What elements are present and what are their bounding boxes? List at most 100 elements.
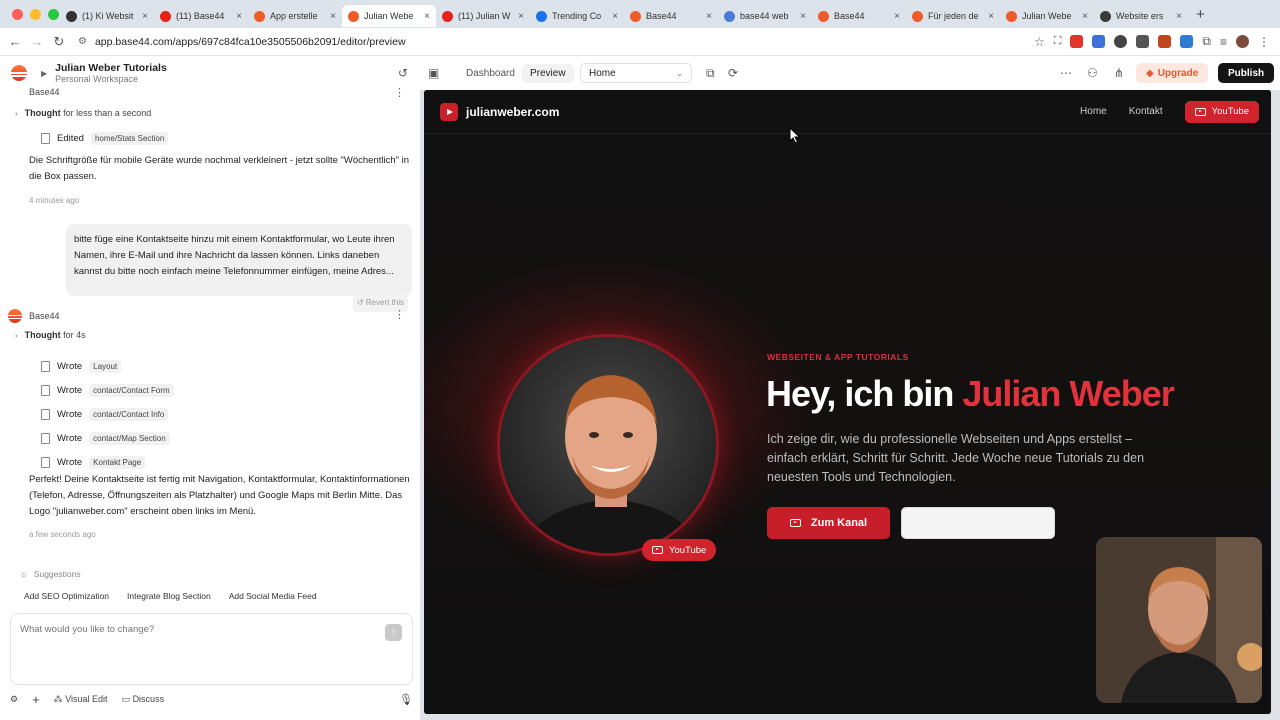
action-label: Wrote: [57, 408, 83, 420]
close-window-button[interactable]: [12, 8, 23, 20]
settings-icon[interactable]: ⚙: [10, 694, 18, 705]
maximize-window-button[interactable]: [48, 8, 59, 20]
suggestions-title: Suggestions: [33, 569, 81, 579]
tab-favicon-icon: [254, 10, 265, 22]
project-switcher[interactable]: ▶ Julian Weber Tutorials Personal Worksp…: [41, 62, 167, 84]
user-message: bitte füge eine Kontaktseite hinzu mit e…: [66, 224, 412, 312]
url-field[interactable]: ⚙ app.base44.com/apps/697c84fca10e350550…: [78, 31, 1034, 53]
add-icon[interactable]: +: [32, 692, 40, 707]
browser-tab[interactable]: base44 web ×: [718, 5, 812, 27]
tab-close-icon[interactable]: ×: [800, 11, 806, 22]
tab-close-icon[interactable]: ×: [142, 11, 148, 22]
file-chip: contact/Contact Info: [89, 407, 169, 421]
hero-kicker: WEBSEITEN & APP TUTORIALS: [767, 352, 909, 362]
browser-tab[interactable]: Website ers ×: [1094, 5, 1188, 27]
browser-tab[interactable]: (11) Base44 ×: [154, 5, 248, 27]
browser-menu-icon[interactable]: ⋮: [1258, 35, 1270, 49]
nav-home-link[interactable]: Home: [1080, 106, 1107, 117]
nav-youtube-button[interactable]: YouTube: [1184, 100, 1259, 123]
site-info-icon[interactable]: ⚙: [78, 36, 87, 47]
zum-kanal-button[interactable]: Zum Kanal: [767, 507, 890, 539]
write-action[interactable]: Wrote Layout: [41, 354, 174, 378]
history-icon[interactable]: ↺: [398, 66, 408, 80]
forward-icon[interactable]: →: [26, 34, 48, 49]
more-options-icon[interactable]: ⋯: [1060, 66, 1072, 80]
browser-tab[interactable]: Trending Co ×: [530, 5, 624, 27]
edit-action[interactable]: Edited home/Stats Section: [41, 132, 169, 145]
refresh-preview-icon[interactable]: ⟳: [728, 66, 738, 80]
device-toggle-icon[interactable]: ⧉: [706, 66, 715, 81]
translate-extension-icon[interactable]: [1092, 35, 1106, 48]
suggestions-list: Add SEO Optimization Integrate Blog Secti…: [24, 591, 317, 601]
tab-close-icon[interactable]: ×: [1176, 11, 1182, 22]
tab-close-icon[interactable]: ×: [236, 11, 242, 22]
thought-label: Thought: [24, 108, 61, 118]
tab-close-icon[interactable]: ×: [612, 11, 618, 22]
discuss-button[interactable]: ▭ Discuss: [122, 694, 165, 705]
share-icon[interactable]: ⋔: [1114, 66, 1124, 80]
extension-badge-icon[interactable]: [1070, 35, 1084, 48]
thought-toggle[interactable]: › Thought for 4s: [15, 330, 86, 340]
secondary-cta-button[interactable]: [901, 507, 1055, 539]
browser-tab[interactable]: (11) Julian W ×: [436, 5, 530, 27]
screen-capture-icon[interactable]: ⛶: [1054, 35, 1062, 48]
preview-button[interactable]: Preview: [522, 63, 574, 83]
publish-button[interactable]: Publish: [1218, 63, 1275, 83]
write-action[interactable]: Wrote contact/Map Section: [41, 426, 174, 450]
minimize-window-button[interactable]: [30, 8, 41, 20]
back-icon[interactable]: ←: [4, 34, 26, 49]
suggestion-chip[interactable]: Add SEO Optimization: [24, 591, 109, 601]
chat-input[interactable]: [20, 624, 360, 635]
visual-edit-button[interactable]: ⁂ Visual Edit: [54, 694, 108, 705]
send-button[interactable]: ↑: [385, 624, 402, 641]
tab-close-icon[interactable]: ×: [988, 11, 994, 22]
browser-tab[interactable]: Julian Webe ×: [342, 5, 436, 27]
base44-avatar-icon: [8, 309, 22, 323]
page-select[interactable]: Home ⌄: [580, 63, 692, 83]
tab-close-icon[interactable]: ×: [518, 11, 524, 22]
extension-circle-icon[interactable]: [1114, 35, 1128, 48]
write-action[interactable]: Wrote Kontakt Page: [41, 450, 174, 474]
microphone-icon[interactable]: 🎙: [399, 693, 413, 706]
extension-dark-icon[interactable]: [1136, 35, 1150, 48]
browser-tab[interactable]: Base44 ×: [624, 5, 718, 27]
github-icon[interactable]: ⚇: [1087, 66, 1098, 80]
extension-orange-icon[interactable]: [1158, 35, 1172, 48]
reading-list-icon[interactable]: ≡: [1220, 35, 1227, 49]
base44-logo-icon[interactable]: [11, 65, 27, 81]
puzzle-icon[interactable]: ⧉: [1202, 34, 1211, 49]
browser-tab[interactable]: Julian Webe ×: [1000, 5, 1094, 27]
tab-favicon-icon: [1006, 10, 1017, 22]
chat-input-box[interactable]: ↑: [10, 613, 413, 685]
tab-close-icon[interactable]: ×: [1082, 11, 1088, 22]
thought-toggle[interactable]: › Thought for less than a second: [15, 108, 151, 118]
message-menu-icon[interactable]: ⋮: [394, 308, 405, 321]
nav-kontakt-link[interactable]: Kontakt: [1129, 106, 1163, 117]
reload-icon[interactable]: ↻: [48, 34, 70, 50]
upgrade-button[interactable]: ◆ Upgrade: [1136, 63, 1209, 83]
url-text: app.base44.com/apps/697c84fca10e3505506b…: [94, 35, 406, 48]
browser-tab[interactable]: App erstelle ×: [248, 5, 342, 27]
extension-blue-icon[interactable]: [1180, 35, 1194, 48]
youtube-badge[interactable]: YouTube: [642, 539, 717, 561]
browser-tab[interactable]: Für jeden de ×: [906, 5, 1000, 27]
dashboard-button[interactable]: Dashboard: [458, 64, 523, 83]
bookmark-star-icon[interactable]: ☆: [1034, 35, 1045, 49]
message-menu-icon[interactable]: ⋮: [394, 86, 405, 99]
browser-tab[interactable]: (1) Ki Websit ×: [60, 5, 154, 27]
action-label: Wrote: [57, 360, 83, 372]
site-logo[interactable]: julianweber.com: [440, 102, 559, 121]
write-action[interactable]: Wrote contact/Contact Info: [41, 402, 174, 426]
write-action[interactable]: Wrote contact/Contact Form: [41, 378, 174, 402]
suggestion-chip[interactable]: Add Social Media Feed: [229, 591, 317, 601]
new-tab-button[interactable]: +: [1188, 6, 1205, 23]
tab-label: Julian Webe: [364, 11, 414, 21]
tab-close-icon[interactable]: ×: [330, 11, 336, 22]
browser-tab[interactable]: Base44 ×: [812, 5, 906, 27]
tab-close-icon[interactable]: ×: [424, 11, 430, 22]
tab-close-icon[interactable]: ×: [706, 11, 712, 22]
tab-close-icon[interactable]: ×: [894, 11, 900, 22]
sidebar-toggle-icon[interactable]: ▣: [428, 66, 439, 80]
profile-avatar[interactable]: [1236, 35, 1249, 48]
suggestion-chip[interactable]: Integrate Blog Section: [127, 591, 211, 601]
